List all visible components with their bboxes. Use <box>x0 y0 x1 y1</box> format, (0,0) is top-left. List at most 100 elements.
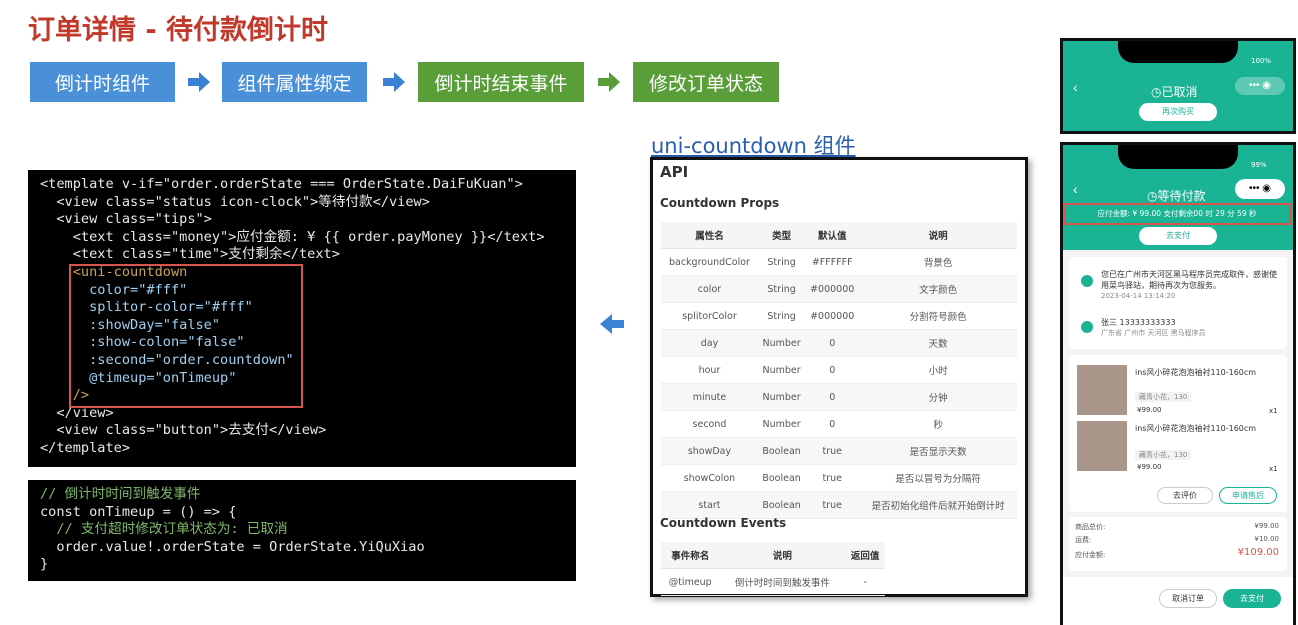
code-line: order.value!.orderState = OrderState.YiQ… <box>40 538 425 555</box>
summary-value: ¥10.00 <box>1254 535 1280 543</box>
table-row: @timeup 倒计时时间到触发事件 - <box>661 568 885 596</box>
summary-label: 运费: <box>1075 536 1092 544</box>
code-line: </template> <box>40 439 131 456</box>
events-title: Countdown Events <box>660 516 787 530</box>
props-table: 属性名 类型 默认值 说明 backgroundColor String #FFFF… <box>661 222 1017 519</box>
code-line: <view class="button">去支付</view> <box>40 422 327 439</box>
table-header: 类型 <box>757 222 806 249</box>
table-cell: 0 <box>805 356 860 384</box>
table-cell: showDay <box>661 437 758 465</box>
table-row: start Boolean true 是否初始化组件后就开始倒计时 <box>661 491 1017 519</box>
table-cell: 背景色 <box>859 248 1017 276</box>
pay-button[interactable]: 去支付 <box>1139 227 1217 245</box>
table-cell: 0 <box>805 410 860 438</box>
code-script: // 倒计时时间到触发事件 const onTimeup = () => { /… <box>28 480 576 581</box>
review-button[interactable]: 去评价 <box>1157 487 1213 504</box>
phone-cancelled-preview: 100% ‹ ◷已取消 ••• ◉ 再次购买 <box>1060 38 1296 134</box>
table-cell: hour <box>661 356 758 384</box>
product-spec: 藏青小花，130 <box>1135 392 1192 402</box>
code-line: <text class="time">支付剩余</text> <box>40 246 340 263</box>
delivery-text: 您已在广州市天河区黑马程序员完成取件，感谢使用菜鸟驿站，期待再次为您服务。 <box>1101 270 1277 290</box>
table-cell: 是否显示天数 <box>859 437 1017 465</box>
table-cell: Number <box>757 356 806 384</box>
table-cell: 分割符号颜色 <box>859 302 1017 330</box>
table-cell: #000000 <box>805 275 860 303</box>
table-cell: #000000 <box>805 302 860 330</box>
arrow-right-icon <box>188 72 210 92</box>
arrow-right-icon <box>598 72 620 92</box>
capsule-menu[interactable]: ••• ◉ <box>1235 179 1285 199</box>
product-price: ¥99.00 <box>1137 406 1162 414</box>
phone-pending-payment: 99% ‹ ◷等待付款 ••• ◉ 应付金额: ¥ 99.00 支付剩余00 时… <box>1060 142 1296 625</box>
total-amount: ¥109.00 <box>1237 547 1279 558</box>
code-line: // 支付超时修改订单状态为: 已取消 <box>40 521 288 538</box>
back-icon[interactable]: ‹ <box>1073 79 1078 95</box>
address-detail: 广东省 广州市 天河区 黑马程序员 <box>1101 329 1206 337</box>
aftersale-button[interactable]: 申请售后 <box>1219 487 1277 504</box>
table-cell: Number <box>757 383 806 411</box>
table-cell: second <box>661 410 758 438</box>
table-row: color String #000000 文字颜色 <box>661 275 1017 303</box>
table-cell: true <box>805 491 860 519</box>
cancel-order-button[interactable]: 取消订单 <box>1159 589 1217 608</box>
table-cell: start <box>661 491 758 519</box>
table-header: 属性名 <box>661 222 758 249</box>
product-image[interactable] <box>1077 421 1127 471</box>
table-cell: 小时 <box>859 356 1017 384</box>
table-cell: Boolean <box>757 464 806 492</box>
table-cell: color <box>661 275 758 303</box>
code-line: <template v-if="order.orderState === Ord… <box>40 176 523 192</box>
table-cell: true <box>805 437 860 465</box>
back-icon[interactable]: ‹ <box>1073 181 1078 197</box>
table-cell: showColon <box>661 464 758 492</box>
table-cell: splitorColor <box>661 302 758 330</box>
step-prop-binding: 组件属性绑定 <box>222 62 367 102</box>
table-row: hour Number 0 小时 <box>661 356 1017 384</box>
product-name[interactable]: ins风小碎花泡泡袖衬110-160cm <box>1135 423 1256 434</box>
table-cell: Number <box>757 410 806 438</box>
code-line: <view class="status icon-clock">等待付款</vi… <box>40 193 430 210</box>
api-docs-panel: API Countdown Props 属性名 类型 默认值 说明 backgr… <box>650 157 1028 597</box>
table-cell: day <box>661 329 758 357</box>
product-name[interactable]: ins风小碎花泡泡袖衬110-160cm <box>1135 367 1256 378</box>
code-line: const onTimeup = () => { <box>40 503 237 520</box>
table-row: splitorColor String #000000 分割符号颜色 <box>661 302 1017 330</box>
summary-label: 应付金额: <box>1075 551 1106 559</box>
clock-icon: ◷ <box>1151 85 1162 99</box>
table-cell: 0 <box>805 329 860 357</box>
rebuy-button[interactable]: 再次购买 <box>1139 103 1217 121</box>
table-header: 事件称名 <box>661 542 720 569</box>
summary-label: 商品总价: <box>1075 523 1106 531</box>
battery-status: 100% <box>1251 57 1272 65</box>
pay-now-button[interactable]: 去支付 <box>1223 589 1281 608</box>
countdown-tips: 应付金额: ¥ 99.00 支付剩余00 时 29 分 59 秒 <box>1063 203 1291 225</box>
table-cell: String <box>757 275 806 303</box>
phone-notch <box>1118 41 1238 63</box>
table-cell: Boolean <box>757 437 806 465</box>
summary-value: ¥99.00 <box>1254 522 1280 530</box>
order-status: 等待付款 <box>1157 189 1206 203</box>
product-image[interactable] <box>1077 365 1127 415</box>
step-timeup-event: 倒计时结束事件 <box>418 62 584 102</box>
table-row: showColon Boolean true 是否以冒号为分隔符 <box>661 464 1017 492</box>
api-heading: API <box>660 163 689 181</box>
location-icon <box>1081 321 1093 333</box>
table-cell: String <box>757 302 806 330</box>
arrow-left-icon <box>600 314 624 334</box>
table-row: backgroundColor String #FFFFFF 背景色 <box>661 248 1017 276</box>
props-title: Countdown Props <box>660 196 780 210</box>
arrow-right-icon <box>383 72 405 92</box>
table-cell: minute <box>661 383 758 411</box>
table-header: 默认值 <box>805 222 860 249</box>
table-row: minute Number 0 分钟 <box>661 383 1017 411</box>
product-qty: x1 <box>1269 465 1278 473</box>
clock-icon: ◷ <box>1147 189 1158 203</box>
table-cell: 分钟 <box>859 383 1017 411</box>
table-cell: true <box>805 464 860 492</box>
table-header: 说明 <box>719 542 846 569</box>
table-cell: 0 <box>805 383 860 411</box>
capsule-menu[interactable]: ••• ◉ <box>1235 77 1285 95</box>
delivery-time: 2023-04-14 13:14:20 <box>1101 292 1176 300</box>
api-link[interactable]: uni-countdown 组件 <box>651 130 856 160</box>
product-qty: x1 <box>1269 407 1278 415</box>
